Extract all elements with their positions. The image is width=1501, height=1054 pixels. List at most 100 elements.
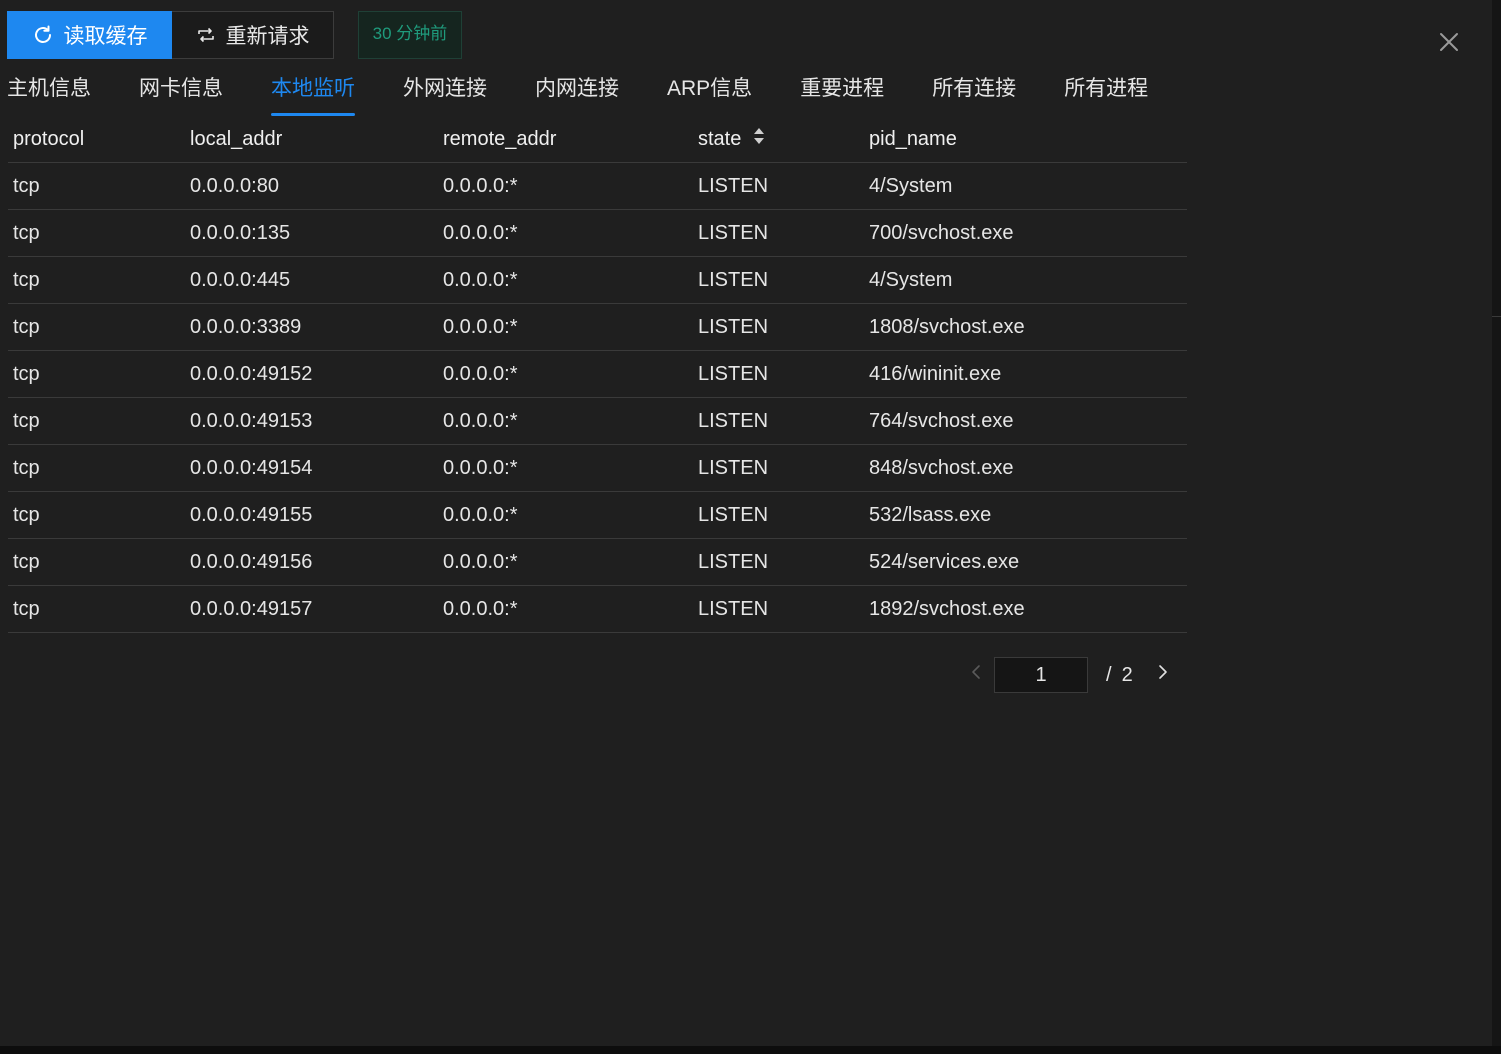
cell-protocol: tcp: [13, 456, 40, 479]
cell-remote-addr: 0.0.0.0:*: [443, 268, 518, 291]
cell-protocol: tcp: [13, 268, 40, 291]
cell-state: LISTEN: [698, 221, 769, 244]
column-header-state[interactable]: state: [693, 126, 864, 152]
cell-pid-name: 764/svchost.exe: [869, 409, 1014, 432]
window-edge: [1492, 0, 1501, 1054]
window-bottom-edge: [0, 1046, 1501, 1054]
table-row: tcp 0.0.0.0:49152 0.0.0.0:* LISTEN 416/w…: [8, 351, 1187, 398]
total-pages: 2: [1121, 663, 1133, 686]
read-cache-label: 读取缓存: [63, 25, 148, 48]
column-header-pid-name: pid_name: [869, 127, 957, 150]
cell-local-addr: 0.0.0.0:135: [190, 221, 291, 244]
cell-pid-name: 532/lsass.exe: [869, 503, 992, 526]
cell-pid-name: 1892/svchost.exe: [869, 597, 1025, 620]
modal-panel: 读取缓存 重新请求 30 分钟前 主机信息 网卡信息 本地监听 外网连接 内网连…: [0, 0, 1492, 1046]
cell-remote-addr: 0.0.0.0:*: [443, 174, 518, 197]
cell-local-addr: 0.0.0.0:49155: [190, 503, 313, 526]
refresh-request-label: 重新请求: [225, 25, 310, 48]
cell-state: LISTEN: [698, 550, 769, 573]
cell-pid-name: 700/svchost.exe: [869, 221, 1014, 244]
tab-host-info[interactable]: 主机信息: [7, 70, 91, 116]
cell-local-addr: 0.0.0.0:49156: [190, 550, 313, 573]
page-number-input[interactable]: [994, 657, 1088, 693]
cell-state: LISTEN: [698, 362, 769, 385]
tab-local-listen[interactable]: 本地监听: [271, 70, 355, 116]
cache-age-text: 30 分钟前: [372, 24, 448, 43]
cell-protocol: tcp: [13, 362, 40, 385]
cell-remote-addr: 0.0.0.0:*: [443, 409, 518, 432]
page-separator: /: [1106, 663, 1112, 686]
cell-pid-name: 4/System: [869, 268, 953, 291]
cell-protocol: tcp: [13, 597, 40, 620]
cell-remote-addr: 0.0.0.0:*: [443, 315, 518, 338]
tab-internal-connections[interactable]: 内网连接: [535, 70, 619, 116]
cell-local-addr: 0.0.0.0:49157: [190, 597, 313, 620]
refresh-icon: [32, 24, 54, 46]
cell-state: LISTEN: [698, 456, 769, 479]
cell-remote-addr: 0.0.0.0:*: [443, 221, 518, 244]
table-row: tcp 0.0.0.0:49156 0.0.0.0:* LISTEN 524/s…: [8, 539, 1187, 586]
cache-age-tag: 30 分钟前: [358, 11, 462, 59]
cell-state: LISTEN: [698, 597, 769, 620]
tab-external-connections[interactable]: 外网连接: [403, 70, 487, 116]
table-row: tcp 0.0.0.0:49153 0.0.0.0:* LISTEN 764/s…: [8, 398, 1187, 445]
tab-all-processes[interactable]: 所有进程: [1064, 70, 1148, 116]
cell-state: LISTEN: [698, 315, 769, 338]
table-header: protocol local_addr remote_addr state pi…: [8, 116, 1187, 163]
table-row: tcp 0.0.0.0:49155 0.0.0.0:* LISTEN 532/l…: [8, 492, 1187, 539]
cell-protocol: tcp: [13, 174, 40, 197]
cell-state: LISTEN: [698, 268, 769, 291]
cell-remote-addr: 0.0.0.0:*: [443, 550, 518, 573]
cell-pid-name: 1808/svchost.exe: [869, 315, 1025, 338]
cell-local-addr: 0.0.0.0:49153: [190, 409, 313, 432]
cell-pid-name: 416/wininit.exe: [869, 362, 1002, 385]
cell-remote-addr: 0.0.0.0:*: [443, 503, 518, 526]
cell-state: LISTEN: [698, 503, 769, 526]
tab-all-connections[interactable]: 所有连接: [932, 70, 1016, 116]
cell-local-addr: 0.0.0.0:3389: [190, 315, 302, 338]
table-row: tcp 0.0.0.0:80 0.0.0.0:* LISTEN 4/System: [8, 163, 1187, 210]
column-header-local-addr: local_addr: [190, 127, 283, 150]
refresh-request-button[interactable]: 重新请求: [172, 11, 334, 59]
cell-local-addr: 0.0.0.0:445: [190, 268, 291, 291]
chevron-left-icon: [970, 663, 982, 687]
cell-protocol: tcp: [13, 503, 40, 526]
chevron-right-icon: [1157, 663, 1169, 687]
tab-bar: 主机信息 网卡信息 本地监听 外网连接 内网连接 ARP信息 重要进程 所有连接…: [7, 70, 1196, 118]
table-row: tcp 0.0.0.0:445 0.0.0.0:* LISTEN 4/Syste…: [8, 257, 1187, 304]
table-row: tcp 0.0.0.0:135 0.0.0.0:* LISTEN 700/svc…: [8, 210, 1187, 257]
table-row: tcp 0.0.0.0:49157 0.0.0.0:* LISTEN 1892/…: [8, 586, 1187, 633]
cell-local-addr: 0.0.0.0:80: [190, 174, 279, 197]
column-header-state-label: state: [698, 127, 742, 150]
table-row: tcp 0.0.0.0:3389 0.0.0.0:* LISTEN 1808/s…: [8, 304, 1187, 351]
sort-icon[interactable]: [753, 126, 765, 152]
close-button[interactable]: [1436, 29, 1462, 55]
cell-local-addr: 0.0.0.0:49154: [190, 456, 313, 479]
tab-arp-info[interactable]: ARP信息: [667, 70, 752, 116]
repeat-icon: [196, 25, 216, 45]
cell-remote-addr: 0.0.0.0:*: [443, 456, 518, 479]
cell-pid-name: 848/svchost.exe: [869, 456, 1014, 479]
read-cache-button[interactable]: 读取缓存: [7, 11, 172, 59]
column-header-remote-addr: remote_addr: [443, 127, 557, 150]
listen-table: protocol local_addr remote_addr state pi…: [8, 116, 1187, 633]
close-icon: [1436, 33, 1462, 59]
cell-protocol: tcp: [13, 221, 40, 244]
cell-state: LISTEN: [698, 174, 769, 197]
cell-pid-name: 4/System: [869, 174, 953, 197]
tab-important-processes[interactable]: 重要进程: [800, 70, 884, 116]
pagination: / 2: [966, 657, 1173, 693]
cell-local-addr: 0.0.0.0:49152: [190, 362, 313, 385]
cell-remote-addr: 0.0.0.0:*: [443, 362, 518, 385]
table-row: tcp 0.0.0.0:49154 0.0.0.0:* LISTEN 848/s…: [8, 445, 1187, 492]
cell-remote-addr: 0.0.0.0:*: [443, 597, 518, 620]
prev-page-button[interactable]: [966, 657, 986, 693]
next-page-button[interactable]: [1153, 657, 1173, 693]
toolbar: 读取缓存 重新请求: [7, 11, 334, 59]
cell-protocol: tcp: [13, 315, 40, 338]
tab-nic-info[interactable]: 网卡信息: [139, 70, 223, 116]
cell-pid-name: 524/services.exe: [869, 550, 1020, 573]
cell-protocol: tcp: [13, 550, 40, 573]
cell-state: LISTEN: [698, 409, 769, 432]
cell-protocol: tcp: [13, 409, 40, 432]
